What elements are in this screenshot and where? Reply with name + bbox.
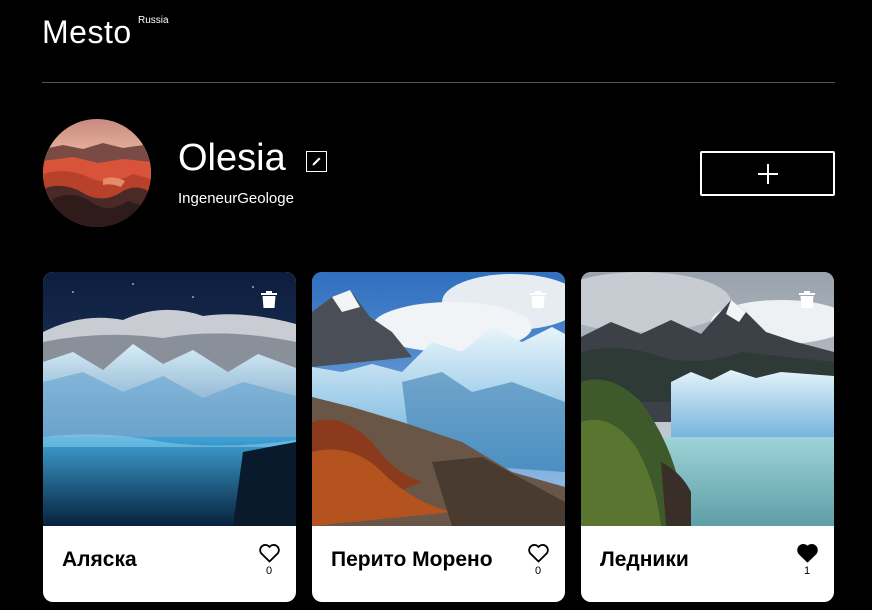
card: Аляска 0 bbox=[43, 272, 296, 602]
logo: Mesto bbox=[42, 14, 132, 50]
card-image-glaciers bbox=[581, 272, 834, 526]
like-group: 1 bbox=[796, 544, 818, 577]
card-image-perito-moreno bbox=[312, 272, 565, 526]
heart-filled-icon[interactable] bbox=[796, 544, 818, 563]
avatar[interactable] bbox=[43, 119, 151, 227]
pencil-icon bbox=[312, 157, 321, 166]
card-image-alaska bbox=[43, 272, 296, 526]
header: Mesto Russia bbox=[42, 0, 835, 83]
trash-icon[interactable] bbox=[530, 291, 546, 308]
card-title: Ледники bbox=[600, 548, 689, 571]
avatar-image bbox=[43, 119, 151, 227]
like-count: 1 bbox=[803, 565, 811, 577]
logo-superscript: Russia bbox=[138, 15, 169, 26]
edit-profile-button[interactable] bbox=[306, 151, 327, 172]
trash-icon[interactable] bbox=[261, 291, 277, 308]
trash-icon[interactable] bbox=[799, 291, 815, 308]
like-count: 0 bbox=[265, 565, 273, 577]
card-title: Перито Морено bbox=[331, 548, 493, 571]
card: Ледники 1 bbox=[581, 272, 834, 602]
profile: Olesia IngeneurGeologe bbox=[43, 119, 835, 227]
plus-icon bbox=[757, 163, 778, 184]
like-group: 0 bbox=[258, 544, 280, 577]
card-image[interactable] bbox=[581, 272, 834, 526]
card-image[interactable] bbox=[43, 272, 296, 526]
heart-outline-icon[interactable] bbox=[527, 544, 549, 563]
heart-outline-icon[interactable] bbox=[258, 544, 280, 563]
like-count: 0 bbox=[534, 565, 542, 577]
card-image[interactable] bbox=[312, 272, 565, 526]
profile-about: IngeneurGeologe bbox=[178, 190, 294, 207]
add-card-button[interactable] bbox=[700, 151, 835, 196]
like-group: 0 bbox=[527, 544, 549, 577]
profile-name: Olesia bbox=[178, 137, 286, 179]
card-title: Аляска bbox=[62, 548, 137, 571]
card: Перито Морено 0 bbox=[312, 272, 565, 602]
